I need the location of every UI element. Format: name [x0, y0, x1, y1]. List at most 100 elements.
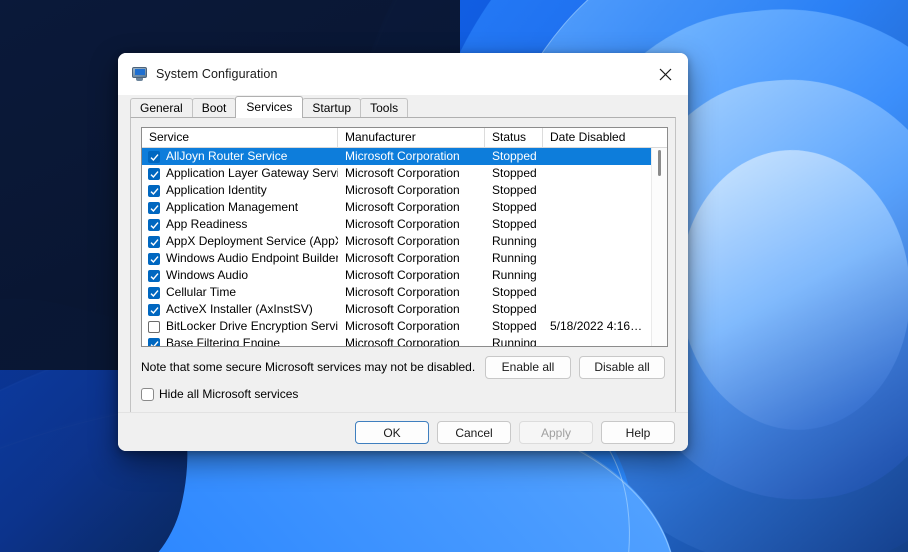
table-row[interactable]: ActiveX Installer (AxInstSV) Microsoft Co… [142, 301, 667, 318]
service-name: BitLocker Drive Encryption Service [166, 319, 338, 333]
apply-button: Apply [519, 420, 593, 444]
status-cell: Stopped [492, 217, 537, 231]
manufacturer-cell: Microsoft Corporation [345, 183, 460, 197]
service-cell: Windows Audio [142, 267, 338, 284]
service-enabled-checkbox[interactable] [148, 337, 160, 346]
table-row[interactable]: Base Filtering Engine Microsoft Corporati… [142, 335, 667, 346]
manufacturer-cell: Microsoft Corporation [345, 336, 460, 346]
service-enabled-checkbox[interactable] [148, 269, 160, 282]
services-list-scrollbar[interactable] [651, 148, 667, 346]
column-header-service[interactable]: Service [142, 128, 338, 147]
service-enabled-checkbox[interactable] [148, 201, 160, 214]
services-list-body: AllJoyn Router Service Microsoft Corporat… [142, 148, 667, 346]
tab-startup[interactable]: Startup [302, 98, 362, 117]
table-row[interactable]: AppX Deployment Service (AppX…) Microsoft… [142, 233, 667, 250]
service-name: Base Filtering Engine [166, 336, 281, 346]
service-enabled-checkbox[interactable] [148, 286, 160, 299]
column-header-manufacturer[interactable]: Manufacturer [338, 128, 485, 147]
window-title: System Configuration [156, 67, 278, 81]
services-list: Service Manufacturer Status Date Disable… [141, 127, 668, 347]
service-cell: Windows Audio Endpoint Builder [142, 250, 338, 267]
service-cell: Cellular Time [142, 284, 338, 301]
hide-microsoft-services-row[interactable]: Hide all Microsoft services [141, 387, 665, 401]
service-name: App Readiness [166, 217, 248, 231]
manufacturer-cell: Microsoft Corporation [345, 251, 460, 265]
services-list-header: Service Manufacturer Status Date Disable… [142, 128, 667, 148]
service-name: Application Layer Gateway Service [166, 166, 338, 180]
manufacturer-cell: Microsoft Corporation [345, 166, 460, 180]
status-cell: Stopped [492, 200, 537, 214]
status-cell: Running [492, 251, 537, 265]
service-enabled-checkbox[interactable] [148, 218, 160, 231]
service-cell: Application Management [142, 199, 338, 216]
service-enabled-checkbox[interactable] [148, 320, 160, 333]
manufacturer-cell: Microsoft Corporation [345, 319, 460, 333]
table-row[interactable]: Application Layer Gateway Service Microso… [142, 165, 667, 182]
desktop-background: System Configuration General Boot Servic… [0, 0, 908, 552]
table-row[interactable]: Windows Audio Microsoft Corporation Runnin… [142, 267, 667, 284]
service-enabled-checkbox[interactable] [148, 184, 160, 197]
table-row[interactable]: BitLocker Drive Encryption Service Micros… [142, 318, 667, 335]
tab-services[interactable]: Services [235, 96, 304, 118]
service-name: AppX Deployment Service (AppX…) [166, 234, 338, 248]
service-cell: Application Identity [142, 182, 338, 199]
service-enabled-checkbox[interactable] [148, 167, 160, 180]
status-cell: Stopped [492, 183, 537, 197]
manufacturer-cell: Microsoft Corporation [345, 285, 460, 299]
service-enabled-checkbox[interactable] [148, 252, 160, 265]
disable-all-button[interactable]: Disable all [579, 355, 665, 379]
tab-general[interactable]: General [130, 98, 193, 117]
manufacturer-cell: Microsoft Corporation [345, 217, 460, 231]
service-enabled-checkbox[interactable] [148, 235, 160, 248]
enable-all-button[interactable]: Enable all [485, 355, 571, 379]
dialog-footer: OK Cancel Apply Help [118, 412, 688, 451]
table-row[interactable]: Cellular Time Microsoft Corporation Stoppe… [142, 284, 667, 301]
table-row[interactable]: AllJoyn Router Service Microsoft Corporat… [142, 148, 667, 165]
status-cell: Running [492, 234, 537, 248]
title-bar: System Configuration [118, 53, 688, 95]
scrollbar-thumb[interactable] [658, 150, 661, 176]
system-configuration-icon [132, 66, 148, 82]
table-row[interactable]: App Readiness Microsoft Corporation Stoppe… [142, 216, 667, 233]
table-row[interactable]: Application Identity Microsoft Corporatio… [142, 182, 667, 199]
cancel-button[interactable]: Cancel [437, 420, 511, 444]
close-icon[interactable] [642, 53, 688, 95]
tab-boot[interactable]: Boot [191, 98, 237, 117]
tab-tools[interactable]: Tools [360, 98, 409, 117]
manufacturer-cell: Microsoft Corporation [345, 234, 460, 248]
status-cell: Running [492, 268, 537, 282]
service-cell: Base Filtering Engine [142, 335, 338, 346]
table-row[interactable]: Windows Audio Endpoint Builder Microsoft … [142, 250, 667, 267]
ok-button[interactable]: OK [355, 420, 429, 444]
service-name: Application Identity [166, 183, 267, 197]
service-cell: ActiveX Installer (AxInstSV) [142, 301, 338, 318]
tab-strip: General Boot Services Startup Tools [118, 95, 688, 118]
secure-services-note: Note that some secure Microsoft services… [141, 360, 476, 374]
service-name: ActiveX Installer (AxInstSV) [166, 302, 313, 316]
table-row[interactable]: Application Management Microsoft Corporat… [142, 199, 667, 216]
manufacturer-cell: Microsoft Corporation [345, 302, 460, 316]
service-enabled-checkbox[interactable] [148, 150, 160, 163]
service-cell: AppX Deployment Service (AppX…) [142, 233, 338, 250]
manufacturer-cell: Microsoft Corporation [345, 149, 460, 163]
service-cell: BitLocker Drive Encryption Service [142, 318, 338, 335]
services-tab-panel: Service Manufacturer Status Date Disable… [130, 117, 676, 444]
service-cell: AllJoyn Router Service [142, 148, 338, 165]
service-cell: Application Layer Gateway Service [142, 165, 338, 182]
manufacturer-cell: Microsoft Corporation [345, 200, 460, 214]
status-cell: Stopped [492, 319, 537, 333]
column-header-date-disabled[interactable]: Date Disabled [543, 128, 653, 147]
service-name: AllJoyn Router Service [166, 149, 288, 163]
note-row: Note that some secure Microsoft services… [141, 355, 665, 379]
status-cell: Stopped [492, 166, 537, 180]
date-disabled-cell: 5/18/2022 4:16… [550, 319, 643, 333]
hide-microsoft-services-checkbox[interactable] [141, 387, 154, 401]
service-name: Windows Audio Endpoint Builder [166, 251, 338, 265]
service-name: Cellular Time [166, 285, 237, 299]
service-cell: App Readiness [142, 216, 338, 233]
status-cell: Stopped [492, 149, 537, 163]
hide-microsoft-services-label: Hide all Microsoft services [159, 387, 299, 401]
service-enabled-checkbox[interactable] [148, 303, 160, 316]
help-button[interactable]: Help [601, 420, 675, 444]
column-header-status[interactable]: Status [485, 128, 543, 147]
